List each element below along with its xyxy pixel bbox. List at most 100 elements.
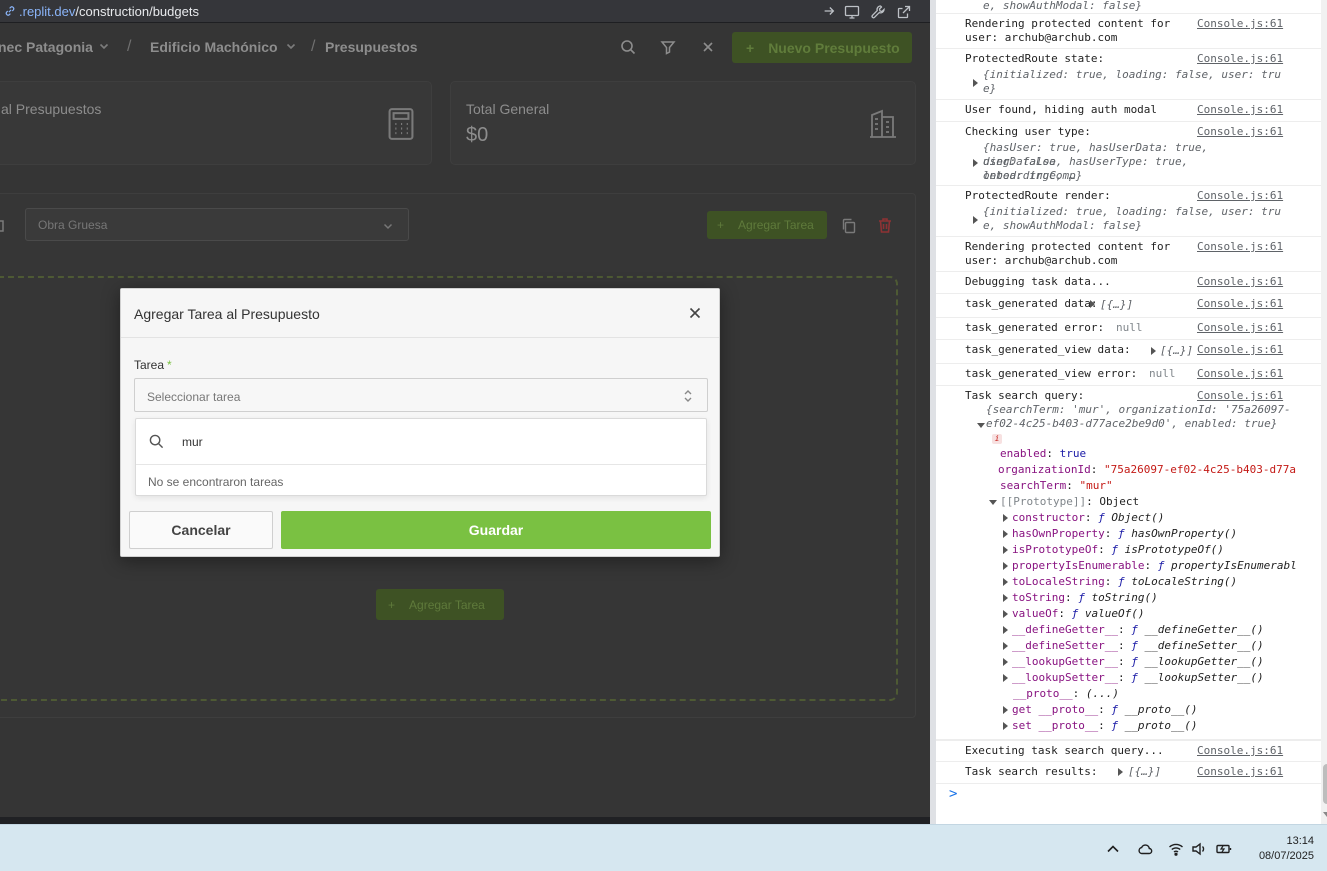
add-task-button[interactable]: + Agregar Tarea (707, 211, 827, 239)
add-task-modal: Agregar Tarea al Presupuesto Tarea * Sele… (120, 288, 720, 557)
console-message: Rendering protected content for user: ar… (965, 240, 1171, 267)
add-task-label: Agregar Tarea (738, 218, 814, 232)
chevron-down-icon[interactable] (98, 40, 110, 52)
category-select[interactable]: Obra Gruesa (25, 208, 409, 241)
copy-icon[interactable] (841, 218, 857, 234)
object-property: searchTerm: "mur" (1000, 479, 1113, 492)
search-icon[interactable] (620, 39, 636, 55)
expand-triangle-icon[interactable] (973, 79, 978, 87)
prototype-member[interactable]: toLocaleString: ƒ toLocaleString() (1012, 575, 1237, 589)
category-select-value: Obra Gruesa (38, 218, 108, 232)
save-button[interactable]: Guardar (281, 511, 711, 549)
expand-triangle-icon[interactable] (1003, 706, 1008, 714)
expand-triangle-icon[interactable] (973, 216, 978, 224)
plus-icon: + (746, 39, 755, 56)
expand-triangle-icon[interactable] (1003, 594, 1008, 602)
cancel-button[interactable]: Cancelar (129, 511, 273, 549)
expand-triangle-icon[interactable] (1003, 674, 1008, 682)
prototype-member[interactable]: __lookupSetter__: ƒ __lookupSetter__() (1012, 671, 1264, 685)
console-source-link[interactable]: Console.js:61 (1197, 275, 1283, 289)
monitor-icon[interactable] (844, 4, 860, 20)
address-bar[interactable]: .replit.dev/construction/budgets (0, 0, 930, 23)
prototype-member[interactable]: __lookupGetter__: ƒ __lookupGetter__() (1012, 655, 1264, 669)
expand-triangle-icon[interactable] (1151, 347, 1156, 355)
url-host: .replit.dev (19, 3, 76, 19)
collapse-triangle-icon[interactable] (989, 500, 997, 505)
console-source-link[interactable]: Console.js:61 (1197, 744, 1283, 758)
console-array-preview[interactable]: [{…}] (1100, 298, 1180, 312)
filter-icon[interactable] (660, 39, 676, 55)
prototype-member[interactable]: __proto__: (...) (1013, 687, 1119, 701)
breadcrumb-project[interactable]: Edificio Machónico (150, 39, 278, 55)
expand-triangle-icon[interactable] (1003, 658, 1008, 666)
expand-triangle-icon[interactable] (1090, 300, 1095, 308)
console-source-link[interactable]: Console.js:61 (1197, 240, 1283, 254)
expand-triangle-icon[interactable] (1003, 722, 1008, 730)
collapse-triangle-icon[interactable] (977, 423, 985, 428)
prototype-member[interactable]: __defineGetter__: ƒ __defineGetter__() (1012, 623, 1264, 637)
go-arrow-icon[interactable] (822, 4, 836, 18)
speaker-icon[interactable] (1191, 841, 1207, 857)
new-budget-button[interactable]: + Nuevo Presupuesto (732, 32, 912, 63)
console-source-link[interactable]: Console.js:61 (1197, 389, 1283, 403)
expand-triangle-icon[interactable] (973, 159, 978, 167)
console-object-preview: leted: true, …} (983, 169, 1083, 182)
info-icon[interactable]: i (992, 434, 1002, 444)
open-external-icon[interactable] (896, 4, 912, 20)
expand-triangle-icon[interactable] (1003, 626, 1008, 634)
console-source-link[interactable]: Console.js:61 (1197, 765, 1283, 779)
close-icon[interactable] (688, 306, 702, 320)
expand-triangle-icon[interactable] (1003, 546, 1008, 554)
wifi-icon[interactable] (1168, 841, 1184, 857)
prototype-member[interactable]: toString: ƒ toString() (1012, 591, 1158, 605)
console-array-preview[interactable]: [{…}] (1160, 344, 1200, 358)
add-task-button-bottom[interactable]: + Agregar Tarea (376, 589, 504, 620)
prototype-member[interactable]: propertyIsEnumerable: ƒ propertyIsEnumer… (1012, 559, 1297, 573)
console-source-link[interactable]: Console.js:61 (1197, 189, 1283, 203)
expand-triangle-icon[interactable] (1118, 768, 1123, 776)
expand-triangle-icon[interactable] (1003, 514, 1008, 522)
prototype-member[interactable]: hasOwnProperty: ƒ hasOwnProperty() (1012, 527, 1237, 541)
expand-triangle-icon[interactable] (1003, 610, 1008, 618)
console-source-link[interactable]: Console.js:61 (1197, 367, 1283, 381)
prototype-member[interactable]: __defineSetter__: ƒ __defineSetter__() (1012, 639, 1264, 653)
expand-triangle-icon[interactable] (1003, 578, 1008, 586)
console-source-link[interactable]: Console.js:61 (1197, 103, 1283, 117)
expand-triangle-icon[interactable] (1003, 562, 1008, 570)
prototype-member[interactable]: valueOf: ƒ valueOf() (1012, 607, 1144, 621)
close-icon[interactable] (700, 39, 716, 55)
prototype-member[interactable]: set __proto__: ƒ __proto__() (1012, 719, 1197, 733)
wrench-icon[interactable] (870, 4, 886, 20)
console-source-link[interactable]: Console.js:61 (1197, 17, 1283, 31)
console-prompt[interactable]: > (949, 786, 957, 802)
console-source-link[interactable]: Console.js:61 (1197, 297, 1283, 311)
expand-triangle-icon[interactable] (1003, 530, 1008, 538)
building-icon (870, 109, 896, 138)
console-array-preview[interactable]: [{…}] (1128, 765, 1168, 779)
chevron-down-icon[interactable] (285, 40, 297, 52)
drag-handle-icon[interactable] (0, 218, 6, 234)
url-text[interactable]: .replit.dev/construction/budgets (0, 4, 199, 19)
cloud-icon[interactable] (1137, 841, 1153, 857)
task-select[interactable]: Seleccionar tarea (134, 378, 708, 412)
object-property: enabled: true (1000, 447, 1087, 460)
console-scrollbar[interactable] (1321, 0, 1327, 824)
breadcrumb-organization[interactable]: nec Patagonia (0, 39, 93, 55)
console-source-link[interactable]: Console.js:61 (1197, 343, 1283, 357)
console-message: task_generated_view data: (965, 343, 1131, 356)
console-source-link[interactable]: Console.js:61 (1197, 52, 1283, 66)
console-source-link[interactable]: Console.js:61 (1197, 125, 1283, 139)
trash-icon[interactable] (877, 217, 893, 234)
system-clock[interactable]: 13:14 08/07/2025 (1246, 834, 1314, 864)
scroll-down-arrow-icon[interactable] (1323, 812, 1327, 817)
clock-date: 08/07/2025 (1258, 850, 1314, 862)
expand-triangle-icon[interactable] (1003, 642, 1008, 650)
scrollbar-thumb[interactable] (1323, 764, 1327, 804)
task-search-input[interactable] (182, 431, 682, 453)
prototype-member[interactable]: constructor: ƒ Object() (1012, 511, 1164, 525)
prototype-member[interactable]: get __proto__: ƒ __proto__() (1012, 703, 1197, 717)
chevron-up-icon[interactable] (1105, 841, 1121, 857)
console-source-link[interactable]: Console.js:61 (1197, 321, 1283, 335)
battery-icon[interactable] (1216, 841, 1232, 857)
prototype-member[interactable]: isPrototypeOf: ƒ isPrototypeOf() (1012, 543, 1224, 557)
